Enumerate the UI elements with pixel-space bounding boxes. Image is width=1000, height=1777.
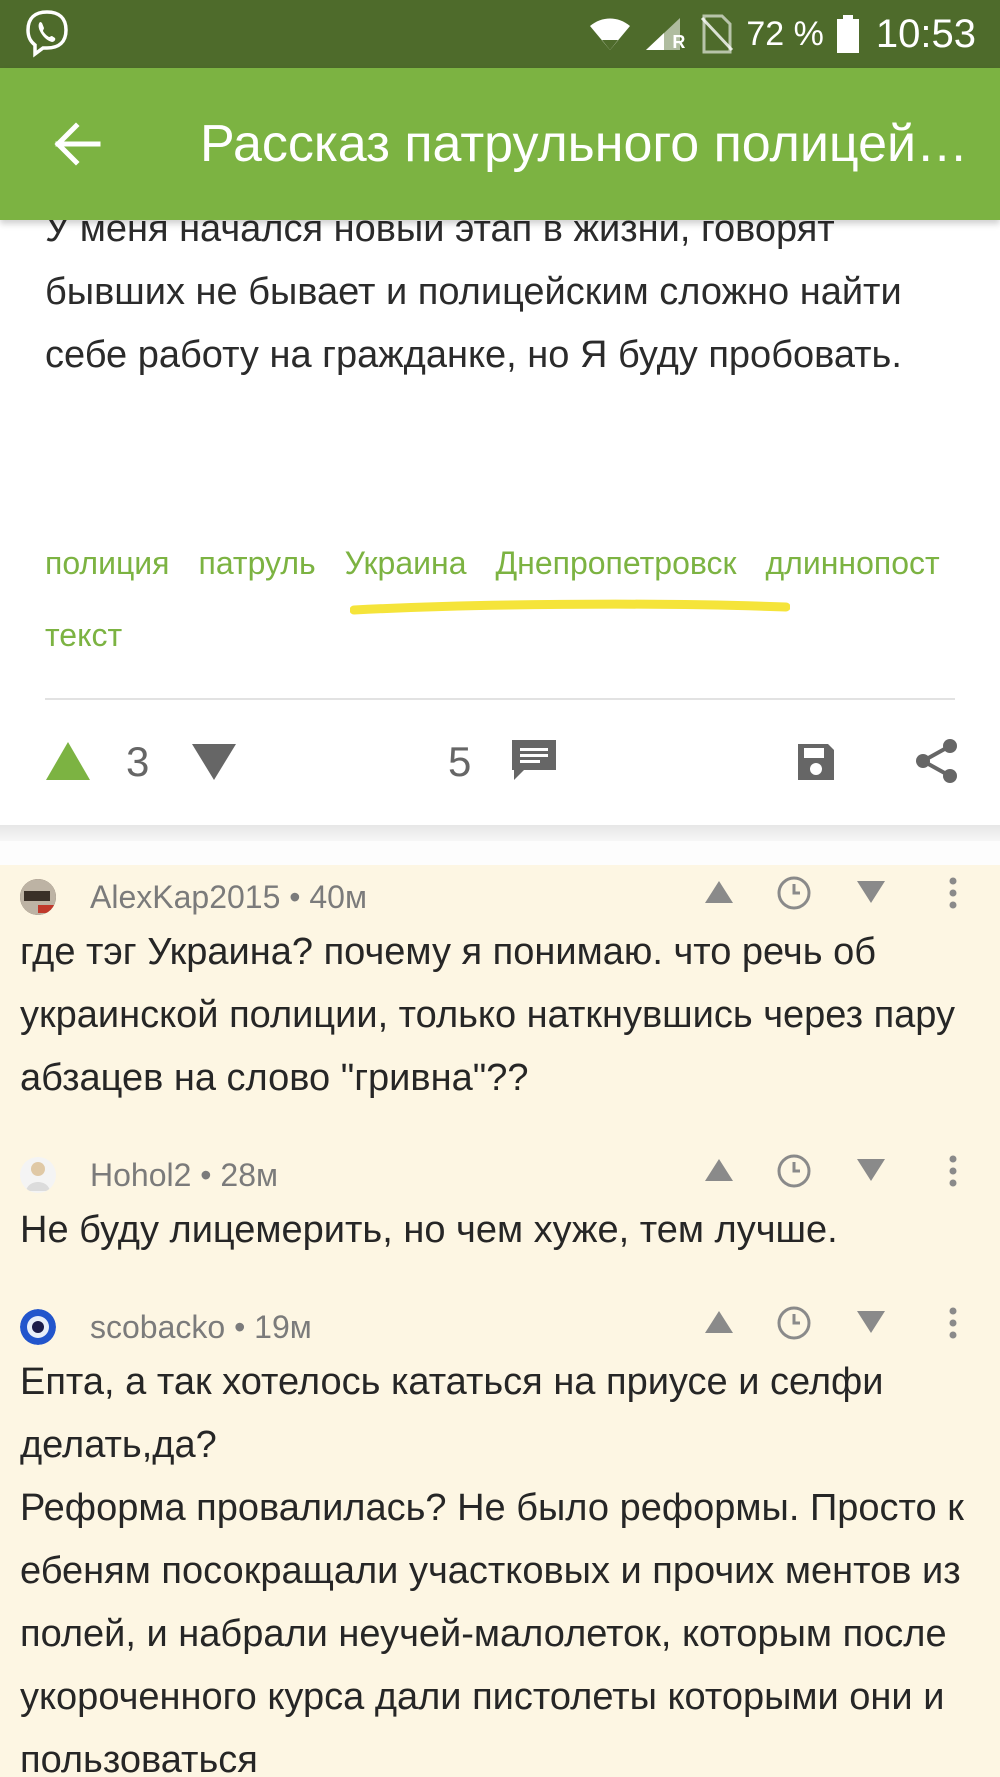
comment-time: 28м (220, 1157, 278, 1193)
no-sim-icon (701, 14, 734, 54)
rating-count: 3 (126, 738, 150, 785)
comment-header: Hohol2 • 28м (0, 1143, 1000, 1207)
tag-patrol[interactable]: патруль (199, 540, 316, 586)
share-icon[interactable] (914, 738, 960, 784)
save-icon[interactable] (796, 742, 836, 782)
separator-shadow (0, 825, 1000, 841)
comment-paragraph: Реформа провалилась? Не было реформы. Пр… (20, 1487, 964, 1777)
clock: 10:53 (875, 11, 976, 56)
tag-text[interactable]: текст (45, 612, 122, 658)
clock-icon[interactable] (776, 1305, 812, 1341)
system-indicators: R 72 % 10:53 (588, 12, 976, 57)
tag-ukraine[interactable]: Украина (345, 540, 467, 586)
comment-header: scobacko • 19м (0, 1295, 1000, 1359)
upvote-icon[interactable] (702, 1305, 736, 1339)
downvote-icon[interactable] (854, 1305, 888, 1339)
comment-text: Епта, а так хотелось кататься на приусе … (20, 1351, 980, 1777)
more-options-icon[interactable] (946, 875, 960, 911)
upvote-icon[interactable] (44, 740, 92, 784)
comment-time: 40м (309, 879, 367, 915)
page-title: Рассказ патрульного полицейского (200, 115, 970, 173)
tag-police[interactable]: полиция (45, 540, 170, 586)
signal-icon: R (644, 14, 688, 54)
roaming-indicator: R (672, 32, 686, 52)
avatar[interactable] (20, 1309, 56, 1345)
comment-time: 19м (254, 1309, 312, 1345)
wifi-icon (590, 18, 631, 52)
more-options-icon[interactable] (946, 1153, 960, 1189)
comment-meta: scobacko • 19м (90, 1309, 312, 1345)
comment-meta: AlexKap2015 • 40м (90, 879, 367, 915)
post-text: У меня начался новый этап в жизни, говор… (45, 208, 902, 376)
app-bar: Рассказ патрульного полицейского (0, 68, 1000, 220)
clock-icon[interactable] (776, 875, 812, 911)
avatar[interactable] (20, 879, 56, 915)
battery-percent: 72 % (746, 14, 824, 53)
comment-author[interactable]: Hohol2 (90, 1157, 191, 1193)
comments-section: AlexKap2015 • 40м где тэг Украина? почем… (0, 865, 1000, 1777)
post-actions: 3 5 (0, 700, 1000, 825)
comment-paragraph: Не буду лицемерить, но чем хуже, тем луч… (20, 1209, 838, 1251)
comment-author[interactable]: AlexKap2015 (90, 879, 280, 915)
avatar[interactable] (20, 1157, 56, 1193)
clock-icon[interactable] (776, 1153, 812, 1189)
section-gap (0, 841, 1000, 865)
viber-icon (26, 10, 68, 58)
downvote-icon[interactable] (854, 1153, 888, 1187)
comment-author[interactable]: scobacko (90, 1309, 225, 1345)
more-options-icon[interactable] (946, 1305, 960, 1341)
comment-paragraph: Епта, а так хотелось кататься на приусе … (20, 1361, 884, 1466)
upvote-icon[interactable] (702, 875, 736, 909)
comments-count: 5 (448, 738, 472, 785)
comment-meta: Hohol2 • 28м (90, 1157, 278, 1193)
post: У меня начался новый этап в жизни, говор… (0, 208, 1000, 825)
battery-icon (836, 15, 859, 53)
comment-paragraph: где тэг Украина? почему я понимаю. что р… (20, 931, 955, 1099)
comment-text: где тэг Украина? почему я понимаю. что р… (20, 921, 980, 1110)
status-bar: R 72 % 10:53 (0, 0, 1000, 68)
downvote-icon[interactable] (854, 875, 888, 909)
tag-list: полиция патруль Украина Днепропетровск д… (45, 540, 945, 658)
downvote-icon[interactable] (190, 742, 238, 782)
tag-dnipropetrovsk[interactable]: Днепропетровск (495, 540, 736, 586)
comment-header: AlexKap2015 • 40м (0, 865, 1000, 929)
tag-longpost[interactable]: длиннопост (766, 540, 940, 586)
comments-icon[interactable] (510, 738, 558, 784)
upvote-icon[interactable] (702, 1153, 736, 1187)
comment-text: Не буду лицемерить, но чем хуже, тем луч… (20, 1199, 980, 1262)
back-arrow-icon[interactable] (48, 114, 108, 174)
